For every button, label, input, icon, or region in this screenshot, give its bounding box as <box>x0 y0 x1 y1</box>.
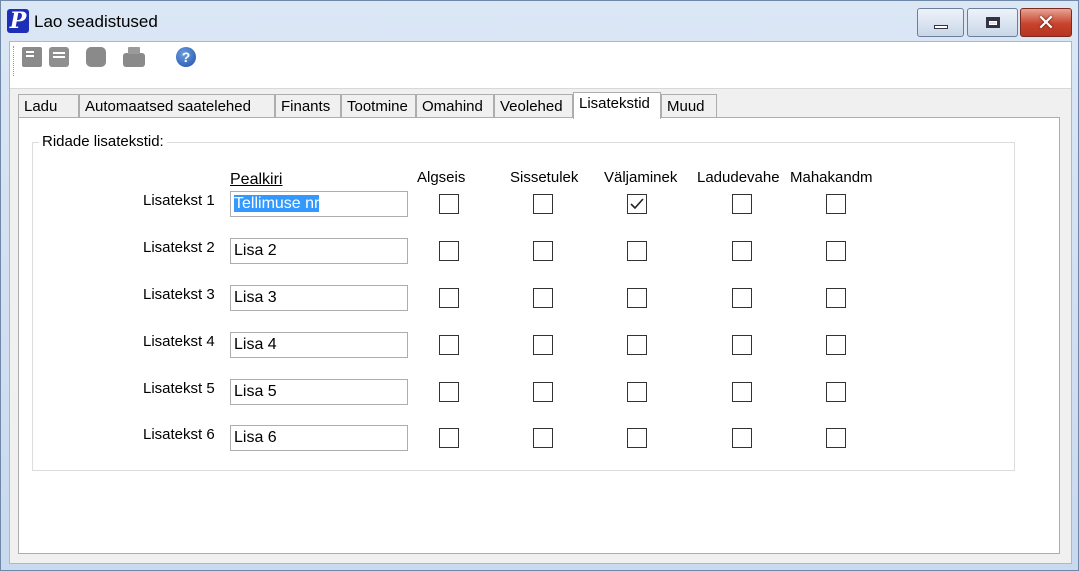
checkbox-valjaminek-row-3[interactable] <box>627 288 647 308</box>
close-icon: ✕ <box>1036 9 1056 35</box>
checkbox-sissetulek-row-1[interactable] <box>533 194 553 214</box>
stop-icon[interactable] <box>86 47 106 67</box>
lisatekst-3-value: Lisa 3 <box>234 289 277 306</box>
checkbox-sissetulek-row-5[interactable] <box>533 382 553 402</box>
row-label-4: Lisatekst 4 <box>143 333 215 350</box>
tab-omahind[interactable]: Omahind <box>416 94 494 118</box>
row-label-6: Lisatekst 6 <box>143 426 215 443</box>
title-bar[interactable]: P Lao seadistused ✕ <box>1 1 1078 41</box>
checkbox-mahakandm-row-5[interactable] <box>826 382 846 402</box>
lisatekst-1-value: Tellimuse nr <box>234 195 320 212</box>
checkbox-valjaminek-row-5[interactable] <box>627 382 647 402</box>
tab-muud[interactable]: Muud <box>661 94 717 118</box>
checkbox-valjaminek-row-6[interactable] <box>627 428 647 448</box>
checkbox-sissetulek-row-2[interactable] <box>533 241 553 261</box>
column-header-sissetulek: Sissetulek <box>510 169 579 186</box>
checkbox-algseis-row-5[interactable] <box>439 382 459 402</box>
lisatekst-6-input[interactable]: Lisa 6 <box>230 425 408 451</box>
checkbox-mahakandm-row-1[interactable] <box>826 194 846 214</box>
maximize-icon <box>985 17 1000 28</box>
checkmark-icon <box>630 198 644 210</box>
tab-veolehed[interactable]: Veolehed <box>494 94 573 118</box>
lisatekst-4-value: Lisa 4 <box>234 336 277 353</box>
row-label-3: Lisatekst 3 <box>143 286 215 303</box>
column-header-pealkiri: Pealkiri <box>230 171 283 188</box>
maximize-button[interactable] <box>967 8 1018 37</box>
checkbox-algseis-row-6[interactable] <box>439 428 459 448</box>
column-header-ladudevahe: Ladudevahe <box>697 169 780 186</box>
lisatekst-3-input[interactable]: Lisa 3 <box>230 285 408 311</box>
lisatekst-2-value: Lisa 2 <box>234 242 277 259</box>
checkbox-ladudevahe-row-1[interactable] <box>732 194 752 214</box>
checkbox-algseis-row-4[interactable] <box>439 335 459 355</box>
checkbox-ladudevahe-row-5[interactable] <box>732 382 752 402</box>
tab-ladu[interactable]: Ladu <box>18 94 79 118</box>
row-label-2: Lisatekst 2 <box>143 239 215 256</box>
lisatekst-5-value: Lisa 5 <box>234 383 277 400</box>
print-icon[interactable] <box>123 47 145 67</box>
lisatekst-5-input[interactable]: Lisa 5 <box>230 379 408 405</box>
column-header-algseis: Algseis <box>417 169 466 186</box>
close-button[interactable]: ✕ <box>1020 8 1072 37</box>
minimize-button[interactable] <box>917 8 964 37</box>
tab-finants[interactable]: Finants <box>275 94 341 118</box>
checkbox-mahakandm-row-2[interactable] <box>826 241 846 261</box>
checkbox-valjaminek-row-4[interactable] <box>627 335 647 355</box>
list-icon[interactable] <box>49 47 69 67</box>
client-area: ? Ladu Automaatsed saatelehed Finants To… <box>9 41 1072 564</box>
lisatekst-2-input[interactable]: Lisa 2 <box>230 238 408 264</box>
group-legend: Ridade lisatekstid: <box>39 133 167 150</box>
tab-automaatsed-saatelehed[interactable]: Automaatsed saatelehed <box>79 94 275 118</box>
checkbox-sissetulek-row-4[interactable] <box>533 335 553 355</box>
checkbox-ladudevahe-row-4[interactable] <box>732 335 752 355</box>
tab-panel-lisatekstid: Ridade lisatekstid: Pealkiri Algseis Sis… <box>18 117 1060 554</box>
window-title: Lao seadistused <box>34 12 158 31</box>
row-label-5: Lisatekst 5 <box>143 380 215 397</box>
checkbox-mahakandm-row-6[interactable] <box>826 428 846 448</box>
column-header-mahakandm: Mahakandm <box>790 169 873 186</box>
new-document-icon[interactable] <box>22 47 42 67</box>
settings-window: P Lao seadistused ✕ ? Ladu Automaatsed s… <box>0 0 1079 571</box>
checkbox-valjaminek-row-1[interactable] <box>627 194 647 214</box>
checkbox-sissetulek-row-3[interactable] <box>533 288 553 308</box>
checkbox-ladudevahe-row-6[interactable] <box>732 428 752 448</box>
checkbox-ladudevahe-row-2[interactable] <box>732 241 752 261</box>
tab-lisatekstid[interactable]: Lisatekstid <box>573 92 661 119</box>
app-logo-icon: P <box>7 9 29 33</box>
checkbox-mahakandm-row-3[interactable] <box>826 288 846 308</box>
checkbox-algseis-row-3[interactable] <box>439 288 459 308</box>
help-icon[interactable]: ? <box>176 47 196 67</box>
row-label-1: Lisatekst 1 <box>143 192 215 209</box>
minimize-icon <box>933 24 948 29</box>
toolbar: ? <box>10 42 1071 89</box>
checkbox-mahakandm-row-4[interactable] <box>826 335 846 355</box>
lisatekst-4-input[interactable]: Lisa 4 <box>230 332 408 358</box>
checkbox-sissetulek-row-6[interactable] <box>533 428 553 448</box>
checkbox-algseis-row-1[interactable] <box>439 194 459 214</box>
row-texts-group: Ridade lisatekstid: Pealkiri Algseis Sis… <box>32 133 1015 471</box>
toolbar-grip[interactable] <box>13 46 15 76</box>
column-header-valjaminek: Väljaminek <box>604 169 678 186</box>
checkbox-valjaminek-row-2[interactable] <box>627 241 647 261</box>
lisatekst-6-value: Lisa 6 <box>234 429 277 446</box>
lisatekst-1-input[interactable]: Tellimuse nr <box>230 191 408 217</box>
checkbox-ladudevahe-row-3[interactable] <box>732 288 752 308</box>
checkbox-algseis-row-2[interactable] <box>439 241 459 261</box>
tab-tootmine[interactable]: Tootmine <box>341 94 416 118</box>
